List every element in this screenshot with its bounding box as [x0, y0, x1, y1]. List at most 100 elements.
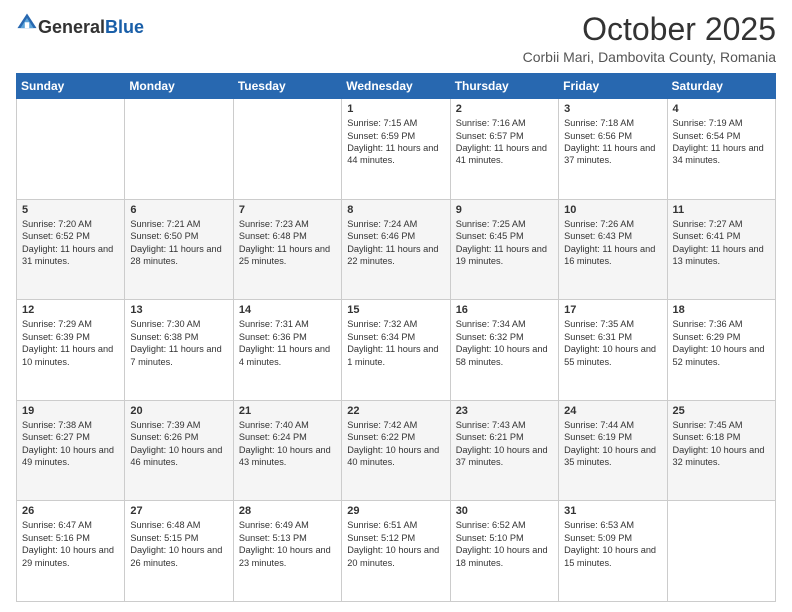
day-number: 6 — [130, 204, 227, 216]
week-row-5: 26 Sunrise: 6:47 AM Sunset: 5:16 PM Dayli… — [17, 501, 776, 602]
day-number: 21 — [239, 405, 336, 417]
day-number: 29 — [347, 505, 444, 517]
day-number: 27 — [130, 505, 227, 517]
day-number: 14 — [239, 304, 336, 316]
main-title: October 2025 — [523, 12, 776, 47]
day-info: Sunrise: 7:35 AM Sunset: 6:31 PM Dayligh… — [564, 318, 661, 368]
day-info: Sunrise: 6:52 AM Sunset: 5:10 PM Dayligh… — [456, 519, 553, 569]
day-info: Sunrise: 7:39 AM Sunset: 6:26 PM Dayligh… — [130, 419, 227, 469]
calendar-cell: 24 Sunrise: 7:44 AM Sunset: 6:19 PM Dayli… — [559, 400, 667, 501]
day-info: Sunrise: 6:53 AM Sunset: 5:09 PM Dayligh… — [564, 519, 661, 569]
calendar-cell: 15 Sunrise: 7:32 AM Sunset: 6:34 PM Dayli… — [342, 300, 450, 401]
day-number: 17 — [564, 304, 661, 316]
day-info: Sunrise: 6:49 AM Sunset: 5:13 PM Dayligh… — [239, 519, 336, 569]
calendar-cell: 3Sunrise: 7:18 AM Sunset: 6:56 PM Daylig… — [559, 99, 667, 200]
calendar-cell: 11 Sunrise: 7:27 AM Sunset: 6:41 PM Dayli… — [667, 199, 775, 300]
day-info: Sunrise: 6:48 AM Sunset: 5:15 PM Dayligh… — [130, 519, 227, 569]
logo-text: GeneralBlue — [38, 18, 144, 36]
day-info: Sunrise: 7:19 AM Sunset: 6:54 PM Dayligh… — [673, 117, 770, 167]
day-info: Sunrise: 6:51 AM Sunset: 5:12 PM Dayligh… — [347, 519, 444, 569]
col-header-tuesday: Tuesday — [233, 74, 341, 99]
calendar-cell: 28 Sunrise: 6:49 AM Sunset: 5:13 PM Dayli… — [233, 501, 341, 602]
week-row-4: 19 Sunrise: 7:38 AM Sunset: 6:27 PM Dayli… — [17, 400, 776, 501]
calendar-cell: 13Sunrise: 7:30 AM Sunset: 6:38 PM Dayli… — [125, 300, 233, 401]
calendar-cell: 31 Sunrise: 6:53 AM Sunset: 5:09 PM Dayli… — [559, 501, 667, 602]
day-number: 28 — [239, 505, 336, 517]
day-info: Sunrise: 7:44 AM Sunset: 6:19 PM Dayligh… — [564, 419, 661, 469]
day-info: Sunrise: 7:16 AM Sunset: 6:57 PM Dayligh… — [456, 117, 553, 167]
day-number: 10 — [564, 204, 661, 216]
calendar-header-row: SundayMondayTuesdayWednesdayThursdayFrid… — [17, 74, 776, 99]
calendar-cell: 8 Sunrise: 7:24 AM Sunset: 6:46 PM Daylig… — [342, 199, 450, 300]
col-header-sunday: Sunday — [17, 74, 125, 99]
calendar-cell: 1 Sunrise: 7:15 AM Sunset: 6:59 PM Daylig… — [342, 99, 450, 200]
day-info: Sunrise: 7:15 AM Sunset: 6:59 PM Dayligh… — [347, 117, 444, 167]
day-number: 8 — [347, 204, 444, 216]
header: GeneralBlue October 2025 Corbii Mari, Da… — [16, 12, 776, 65]
day-info: Sunrise: 7:26 AM Sunset: 6:43 PM Dayligh… — [564, 218, 661, 268]
week-row-1: 1 Sunrise: 7:15 AM Sunset: 6:59 PM Daylig… — [17, 99, 776, 200]
day-info: Sunrise: 7:21 AM Sunset: 6:50 PM Dayligh… — [130, 218, 227, 268]
day-number: 16 — [456, 304, 553, 316]
day-number: 3 — [564, 103, 661, 115]
day-info: Sunrise: 7:20 AM Sunset: 6:52 PM Dayligh… — [22, 218, 119, 268]
calendar-cell: 21Sunrise: 7:40 AM Sunset: 6:24 PM Dayli… — [233, 400, 341, 501]
day-number: 2 — [456, 103, 553, 115]
calendar-cell: 16Sunrise: 7:34 AM Sunset: 6:32 PM Dayli… — [450, 300, 558, 401]
calendar-cell: 6 Sunrise: 7:21 AM Sunset: 6:50 PM Daylig… — [125, 199, 233, 300]
day-number: 13 — [130, 304, 227, 316]
day-info: Sunrise: 7:32 AM Sunset: 6:34 PM Dayligh… — [347, 318, 444, 368]
day-info: Sunrise: 7:38 AM Sunset: 6:27 PM Dayligh… — [22, 419, 119, 469]
day-info: Sunrise: 7:36 AM Sunset: 6:29 PM Dayligh… — [673, 318, 770, 368]
day-number: 24 — [564, 405, 661, 417]
logo-icon — [16, 12, 38, 34]
day-info: Sunrise: 7:25 AM Sunset: 6:45 PM Dayligh… — [456, 218, 553, 268]
day-info: Sunrise: 7:31 AM Sunset: 6:36 PM Dayligh… — [239, 318, 336, 368]
day-info: Sunrise: 7:29 AM Sunset: 6:39 PM Dayligh… — [22, 318, 119, 368]
day-number: 11 — [673, 204, 770, 216]
day-number: 18 — [673, 304, 770, 316]
day-number: 1 — [347, 103, 444, 115]
day-info: Sunrise: 7:24 AM Sunset: 6:46 PM Dayligh… — [347, 218, 444, 268]
week-row-2: 5 Sunrise: 7:20 AM Sunset: 6:52 PM Daylig… — [17, 199, 776, 300]
calendar-cell: 22Sunrise: 7:42 AM Sunset: 6:22 PM Dayli… — [342, 400, 450, 501]
day-number: 25 — [673, 405, 770, 417]
calendar-cell: 7 Sunrise: 7:23 AM Sunset: 6:48 PM Daylig… — [233, 199, 341, 300]
calendar-cell: 5 Sunrise: 7:20 AM Sunset: 6:52 PM Daylig… — [17, 199, 125, 300]
calendar-cell — [125, 99, 233, 200]
day-number: 9 — [456, 204, 553, 216]
day-info: Sunrise: 7:45 AM Sunset: 6:18 PM Dayligh… — [673, 419, 770, 469]
calendar-cell — [233, 99, 341, 200]
calendar-cell: 19 Sunrise: 7:38 AM Sunset: 6:27 PM Dayli… — [17, 400, 125, 501]
day-number: 26 — [22, 505, 119, 517]
calendar-cell: 26 Sunrise: 6:47 AM Sunset: 5:16 PM Dayli… — [17, 501, 125, 602]
calendar-cell: 17 Sunrise: 7:35 AM Sunset: 6:31 PM Dayli… — [559, 300, 667, 401]
day-number: 30 — [456, 505, 553, 517]
calendar-cell: 23Sunrise: 7:43 AM Sunset: 6:21 PM Dayli… — [450, 400, 558, 501]
calendar-cell: 2 Sunrise: 7:16 AM Sunset: 6:57 PM Daylig… — [450, 99, 558, 200]
day-number: 15 — [347, 304, 444, 316]
day-number: 23 — [456, 405, 553, 417]
calendar-cell: 25 Sunrise: 7:45 AM Sunset: 6:18 PM Dayli… — [667, 400, 775, 501]
week-row-3: 12 Sunrise: 7:29 AM Sunset: 6:39 PM Dayli… — [17, 300, 776, 401]
calendar-cell: 9 Sunrise: 7:25 AM Sunset: 6:45 PM Daylig… — [450, 199, 558, 300]
day-number: 7 — [239, 204, 336, 216]
col-header-monday: Monday — [125, 74, 233, 99]
logo: GeneralBlue — [16, 12, 144, 36]
calendar-cell: 4Sunrise: 7:19 AM Sunset: 6:54 PM Daylig… — [667, 99, 775, 200]
day-number: 31 — [564, 505, 661, 517]
calendar-cell — [667, 501, 775, 602]
day-info: Sunrise: 7:23 AM Sunset: 6:48 PM Dayligh… — [239, 218, 336, 268]
col-header-saturday: Saturday — [667, 74, 775, 99]
day-number: 5 — [22, 204, 119, 216]
day-number: 19 — [22, 405, 119, 417]
calendar-cell — [17, 99, 125, 200]
col-header-wednesday: Wednesday — [342, 74, 450, 99]
calendar-cell: 29 Sunrise: 6:51 AM Sunset: 5:12 PM Dayli… — [342, 501, 450, 602]
day-info: Sunrise: 6:47 AM Sunset: 5:16 PM Dayligh… — [22, 519, 119, 569]
day-info: Sunrise: 7:27 AM Sunset: 6:41 PM Dayligh… — [673, 218, 770, 268]
calendar-cell: 30 Sunrise: 6:52 AM Sunset: 5:10 PM Dayli… — [450, 501, 558, 602]
calendar-cell: 20Sunrise: 7:39 AM Sunset: 6:26 PM Dayli… — [125, 400, 233, 501]
col-header-thursday: Thursday — [450, 74, 558, 99]
day-number: 12 — [22, 304, 119, 316]
